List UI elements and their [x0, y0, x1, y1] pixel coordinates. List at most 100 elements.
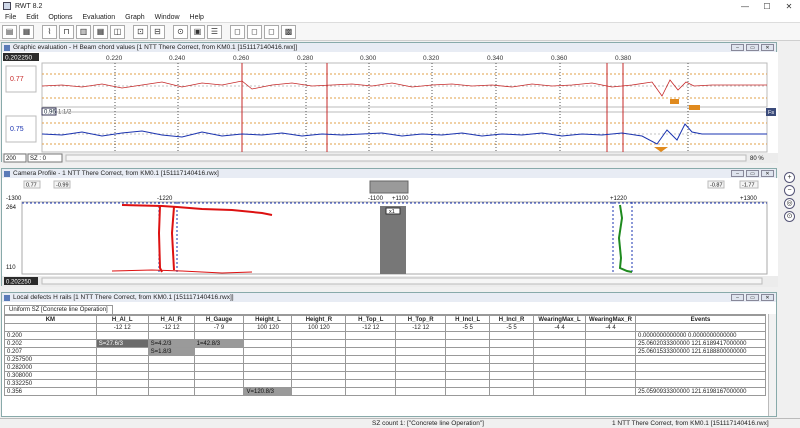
table-cell[interactable]: [533, 387, 586, 396]
table-cell[interactable]: [445, 371, 491, 380]
table-cell[interactable]: [634, 371, 766, 380]
graph-icon[interactable]: ⌇: [42, 24, 57, 39]
table-cell[interactable]: [445, 387, 491, 396]
table-cell[interactable]: [193, 363, 245, 372]
table-cell[interactable]: [585, 387, 636, 396]
maximize-button[interactable]: ☐: [756, 2, 778, 11]
table-cell[interactable]: [95, 347, 149, 356]
table-cell[interactable]: [489, 347, 535, 356]
table-cell[interactable]: [147, 363, 195, 372]
table-cell[interactable]: [193, 387, 245, 396]
profile-restore-button[interactable]: ▭: [746, 170, 759, 177]
table-cell[interactable]: 25.0590933300000 121.6198167000000: [634, 387, 766, 396]
table-cell[interactable]: [585, 363, 636, 372]
table-cell[interactable]: 0.308000: [4, 371, 97, 380]
graphic-minimize-button[interactable]: –: [731, 44, 744, 51]
table-cell[interactable]: [489, 355, 535, 364]
table-cell[interactable]: 25.0602033300000 121.6189417000000: [634, 339, 766, 348]
table-cell[interactable]: [147, 355, 195, 364]
list-icon[interactable]: ☰: [207, 24, 222, 39]
menu-edit[interactable]: Edit: [21, 14, 43, 21]
table-cell[interactable]: [489, 371, 535, 380]
layers-icon[interactable]: ◫: [110, 24, 125, 39]
table-cell[interactable]: [193, 379, 245, 388]
table-cell[interactable]: [193, 331, 245, 340]
table-cell[interactable]: [585, 379, 636, 388]
table-cell[interactable]: [489, 363, 535, 372]
table-cell[interactable]: [291, 379, 347, 388]
table-row[interactable]: 0.202 S=27.6/3 S=4.2/3 1=42.8/3 25.060203330…: [4, 339, 766, 348]
table-cell[interactable]: 0.356: [4, 387, 97, 396]
side-badge[interactable]: Fs: [768, 110, 774, 116]
zoom-reset-icon[interactable]: ⊙: [784, 211, 795, 222]
table-cell[interactable]: [489, 331, 535, 340]
table-cell[interactable]: S=4.2/3: [147, 339, 195, 348]
column-header[interactable]: H_Incl_R: [489, 315, 535, 324]
defects-close-button[interactable]: ✕: [761, 294, 774, 301]
menu-help[interactable]: Help: [185, 14, 209, 21]
tab-uniform-sz[interactable]: Uniform SZ [Concrete line Operation]: [4, 305, 113, 314]
table-cell[interactable]: [533, 331, 586, 340]
table-cell[interactable]: [291, 339, 347, 348]
table-cell[interactable]: [243, 363, 293, 372]
table-cell[interactable]: [345, 371, 397, 380]
table-cell[interactable]: [243, 371, 293, 380]
defects-minimize-button[interactable]: –: [731, 294, 744, 301]
table-cell[interactable]: [395, 355, 447, 364]
table-row[interactable]: 0.200 0.0000000000000 0.0000000000000: [4, 331, 766, 340]
table-cell[interactable]: [345, 331, 397, 340]
table-cell[interactable]: V=120.8/3: [243, 387, 293, 396]
chart-icon[interactable]: ▥: [76, 24, 91, 39]
table-cell[interactable]: [147, 331, 195, 340]
table-cell[interactable]: [445, 347, 491, 356]
table-cell[interactable]: [585, 371, 636, 380]
table-cell[interactable]: [533, 379, 586, 388]
table-cell[interactable]: [243, 355, 293, 364]
table-cell[interactable]: [291, 363, 347, 372]
open-icon[interactable]: ▤: [2, 24, 17, 39]
menu-graph[interactable]: Graph: [120, 14, 149, 21]
table-cell[interactable]: [395, 379, 447, 388]
graphic-restore-button[interactable]: ▭: [746, 44, 759, 51]
window2-icon[interactable]: ◻: [247, 24, 262, 39]
table-cell[interactable]: [395, 363, 447, 372]
mid-value-box[interactable]: 0.96: [44, 110, 56, 116]
track-icon[interactable]: ⊟: [150, 24, 165, 39]
table-cell[interactable]: 25.0601533300000 121.6188800000000: [634, 347, 766, 356]
measure-icon[interactable]: ⊡: [133, 24, 148, 39]
table-row[interactable]: 0.356 V=120.8/3 25.0590933300000 121.61981…: [4, 387, 766, 396]
table-cell[interactable]: [585, 347, 636, 356]
scale-select[interactable]: 200: [6, 156, 17, 162]
table-cell[interactable]: [95, 387, 149, 396]
table-cell[interactable]: [193, 347, 245, 356]
table-cell[interactable]: [533, 339, 586, 348]
table-cell[interactable]: [395, 339, 447, 348]
table-cell[interactable]: [533, 371, 586, 380]
menu-options[interactable]: Options: [43, 14, 77, 21]
table-row[interactable]: 0.257500: [4, 355, 766, 364]
column-header[interactable]: H_Gauge: [193, 315, 245, 324]
table-row[interactable]: 0.308000: [4, 371, 766, 380]
table-cell[interactable]: 0.257500: [4, 355, 97, 364]
table-cell[interactable]: [345, 355, 397, 364]
minimize-button[interactable]: —: [734, 2, 756, 11]
table-cell[interactable]: [193, 371, 245, 380]
profile-minimize-button[interactable]: –: [731, 170, 744, 177]
table-row[interactable]: 0.207 S=1.8/3 25.0601533300000 121.6188800…: [4, 347, 766, 356]
table-cell[interactable]: [345, 363, 397, 372]
column-header[interactable]: H_Incl_L: [445, 315, 491, 324]
window3-icon[interactable]: ◻: [264, 24, 279, 39]
table-cell[interactable]: [489, 379, 535, 388]
table-cell[interactable]: [147, 387, 195, 396]
calc-icon[interactable]: ▩: [281, 24, 296, 39]
table-cell[interactable]: [243, 331, 293, 340]
table-cell[interactable]: [95, 331, 149, 340]
table-cell[interactable]: 0.207: [4, 347, 97, 356]
menu-evaluation[interactable]: Evaluation: [77, 14, 120, 21]
table-cell[interactable]: [445, 379, 491, 388]
table-cell[interactable]: [95, 355, 149, 364]
close-button[interactable]: ✕: [778, 2, 800, 11]
window-icon[interactable]: ◻: [230, 24, 245, 39]
zoom-out-icon[interactable]: −: [784, 185, 795, 196]
table-cell[interactable]: 1=42.8/3: [193, 339, 245, 348]
